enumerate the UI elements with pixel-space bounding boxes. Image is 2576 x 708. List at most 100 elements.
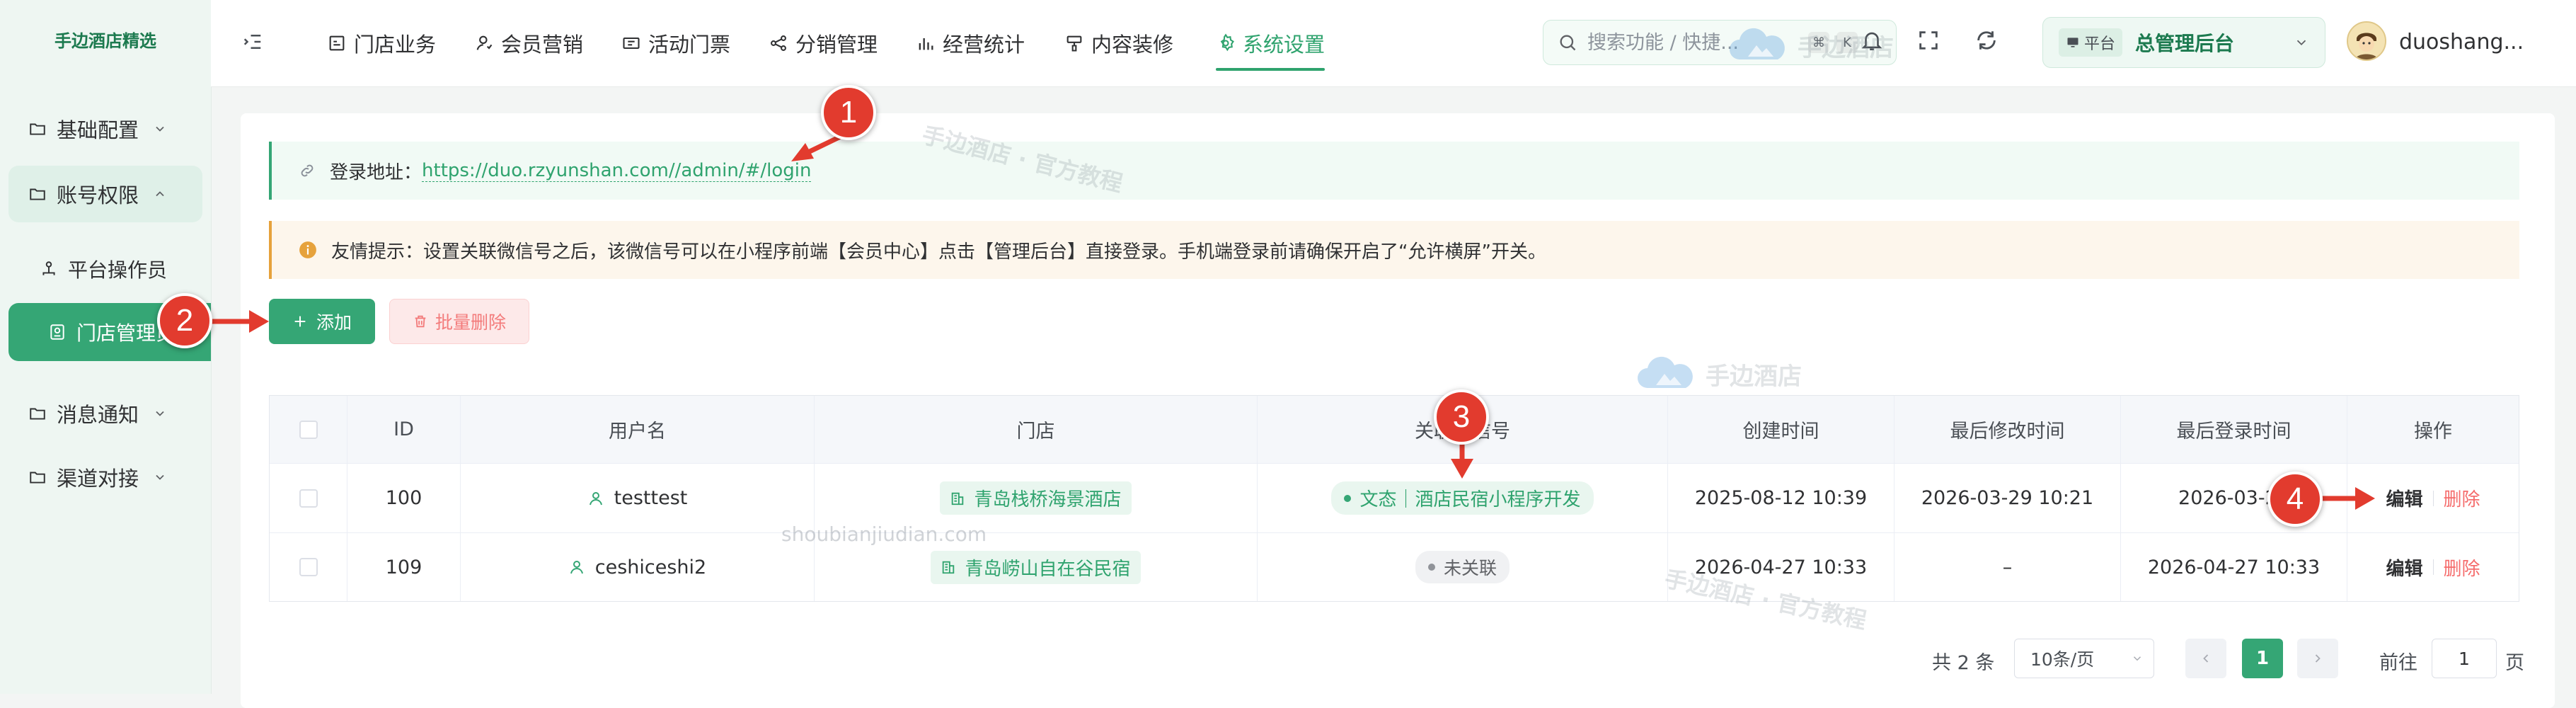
wechat-status: 未关联 xyxy=(1443,558,1497,578)
store-icon xyxy=(329,35,345,51)
folder-icon xyxy=(30,472,45,484)
tab-store-business[interactable]: 门店业务 xyxy=(327,0,436,86)
folder-icon xyxy=(30,408,45,420)
wechat-linked-tag: 文态｜酒店民宿小程序开发 xyxy=(1331,481,1594,515)
annotation-arrow xyxy=(209,310,269,333)
action-divider xyxy=(2432,559,2434,575)
login-address-bar: 登录地址： https://duo.rzyunshan.com//admin/#… xyxy=(269,142,2519,200)
annotation-marker-1: 1 xyxy=(821,85,876,140)
tab-label: 经营统计 xyxy=(943,33,1025,57)
add-button-label: 添加 xyxy=(316,312,352,333)
avatar-image xyxy=(2348,23,2385,59)
folder-icon xyxy=(30,123,45,135)
search-box[interactable]: ⌘ K xyxy=(1543,20,1897,65)
building-icon xyxy=(952,492,964,505)
cell-id: 100 xyxy=(347,464,461,532)
tab-label: 活动门票 xyxy=(648,33,731,57)
platform-tag-label: 平台 xyxy=(2084,35,2116,53)
platform-tag: 平台 xyxy=(2059,28,2123,57)
page-size-value: 10条/页 xyxy=(2030,649,2095,670)
page-size-select[interactable]: 10条/页 xyxy=(2014,639,2154,678)
cell-last-login: 2026-04-27 10:33 xyxy=(2121,533,2347,601)
batch-delete-button[interactable]: 批量删除 xyxy=(389,299,529,344)
trash-icon xyxy=(415,315,426,328)
status-dot xyxy=(1427,564,1435,571)
page-number-current[interactable]: 1 xyxy=(2242,639,2283,678)
menu-item-label: 基础配置 xyxy=(57,118,139,142)
pagination-total: 共 2 条 xyxy=(1932,652,1995,674)
plus-icon xyxy=(294,316,306,327)
delete-button[interactable]: 删除 xyxy=(2444,554,2480,581)
wechat-unlinked-tag: 未关联 xyxy=(1415,551,1510,583)
org-chart-icon xyxy=(42,261,55,275)
user-icon xyxy=(589,491,602,505)
add-button[interactable]: 添加 xyxy=(269,299,375,344)
collapse-sidebar-icon[interactable] xyxy=(242,31,263,52)
delete-button[interactable]: 删除 xyxy=(2444,485,2480,511)
store-tag: 青岛崂山自在谷民宿 xyxy=(931,550,1141,584)
avatar[interactable] xyxy=(2347,21,2386,61)
user-icon xyxy=(570,561,583,574)
prev-page-button[interactable] xyxy=(2185,639,2226,678)
store-name: 青岛栈桥海景酒店 xyxy=(974,489,1122,510)
cell-username: ceshiceshi2 xyxy=(461,533,815,601)
goto-page-input[interactable] xyxy=(2432,639,2497,678)
tab-system-settings[interactable]: 系统设置 xyxy=(1216,0,1326,86)
cell-modified: 2026-03-29 10:21 xyxy=(1894,464,2121,532)
store-name: 青岛崂山自在谷民宿 xyxy=(965,558,1131,580)
wechat-name: 文态｜酒店民宿小程序开发 xyxy=(1359,489,1581,510)
header-username: 用户名 xyxy=(461,396,815,463)
tab-distribution[interactable]: 分销管理 xyxy=(769,0,878,86)
platform-switcher[interactable]: 平台 总管理后台 xyxy=(2042,17,2325,68)
chevron-down-icon xyxy=(2133,656,2141,661)
menu-item-notifications[interactable]: 消息通知 xyxy=(8,385,202,442)
annotation-marker-2: 2 xyxy=(157,293,212,348)
paint-icon xyxy=(1066,35,1082,52)
action-divider xyxy=(2432,490,2434,506)
cell-wechat: 未关联 xyxy=(1258,533,1668,601)
tab-member-marketing[interactable]: 会员营销 xyxy=(474,0,583,86)
fullscreen-icon[interactable] xyxy=(1916,28,1940,52)
username-text: testtest xyxy=(614,487,688,509)
monitor-icon xyxy=(2067,38,2078,47)
goto-label: 前往 xyxy=(2379,652,2417,674)
shortcut-key-cmd: ⌘ xyxy=(1808,32,1829,53)
cell-store: 青岛崂山自在谷民宿 xyxy=(815,533,1258,601)
menu-item-account-permissions[interactable]: 账号权限 xyxy=(8,166,202,222)
tab-label: 系统设置 xyxy=(1243,33,1326,57)
select-all-checkbox[interactable] xyxy=(299,420,318,439)
tab-label: 内容装修 xyxy=(1091,33,1174,57)
edit-button[interactable]: 编辑 xyxy=(2386,554,2422,581)
menu-item-basic-config[interactable]: 基础配置 xyxy=(8,101,202,157)
table-row: 109 ceshiceshi2 青岛崂山自在谷民宿 未关联 2026-04-27… xyxy=(270,533,2519,601)
search-icon xyxy=(1560,35,1576,51)
tab-label: 会员营销 xyxy=(501,33,584,57)
next-page-button[interactable] xyxy=(2297,639,2338,678)
username-text: ceshiceshi2 xyxy=(594,556,707,578)
tab-statistics[interactable]: 经营统计 xyxy=(916,0,1025,86)
tab-content-decoration[interactable]: 内容装修 xyxy=(1064,0,1173,86)
bar-chart-icon xyxy=(919,38,933,50)
gear-icon xyxy=(1220,33,1234,52)
annotation-arrow xyxy=(2318,487,2375,510)
bell-icon[interactable] xyxy=(1860,28,1884,52)
share-icon xyxy=(771,35,786,51)
table-row: 100 testtest 青岛栈桥海景酒店 文态｜酒店民宿小程序开发 2025-… xyxy=(270,464,2519,533)
chevron-right-icon xyxy=(2315,654,2321,663)
store-admin-table: ID 用户名 门店 关联微信号 创建时间 最后修改时间 最后登录时间 操作 10… xyxy=(269,395,2519,602)
username[interactable]: duoshang... xyxy=(2399,30,2524,55)
annotation-marker-4: 4 xyxy=(2267,472,2323,527)
login-address-link[interactable]: https://duo.rzyunshan.com//admin/#/login xyxy=(422,160,812,182)
search-input[interactable] xyxy=(1586,30,1801,55)
info-icon xyxy=(299,241,316,258)
submenu-item-platform-operator[interactable]: 平台操作员 xyxy=(40,248,167,290)
row-checkbox[interactable] xyxy=(299,558,318,576)
tab-activity-tickets[interactable]: 活动门票 xyxy=(621,0,730,86)
edit-button[interactable]: 编辑 xyxy=(2386,485,2422,511)
tab-label: 门店业务 xyxy=(354,33,437,57)
cell-created: 2026-04-27 10:33 xyxy=(1668,533,1894,601)
tip-alert: 友情提示：设置关联微信号之后，该微信号可以在小程序前端【会员中心】点击【管理后台… xyxy=(269,221,2519,279)
row-checkbox[interactable] xyxy=(299,489,318,508)
refresh-icon[interactable] xyxy=(1974,28,1999,52)
menu-item-channel-integration[interactable]: 渠道对接 xyxy=(8,449,202,506)
